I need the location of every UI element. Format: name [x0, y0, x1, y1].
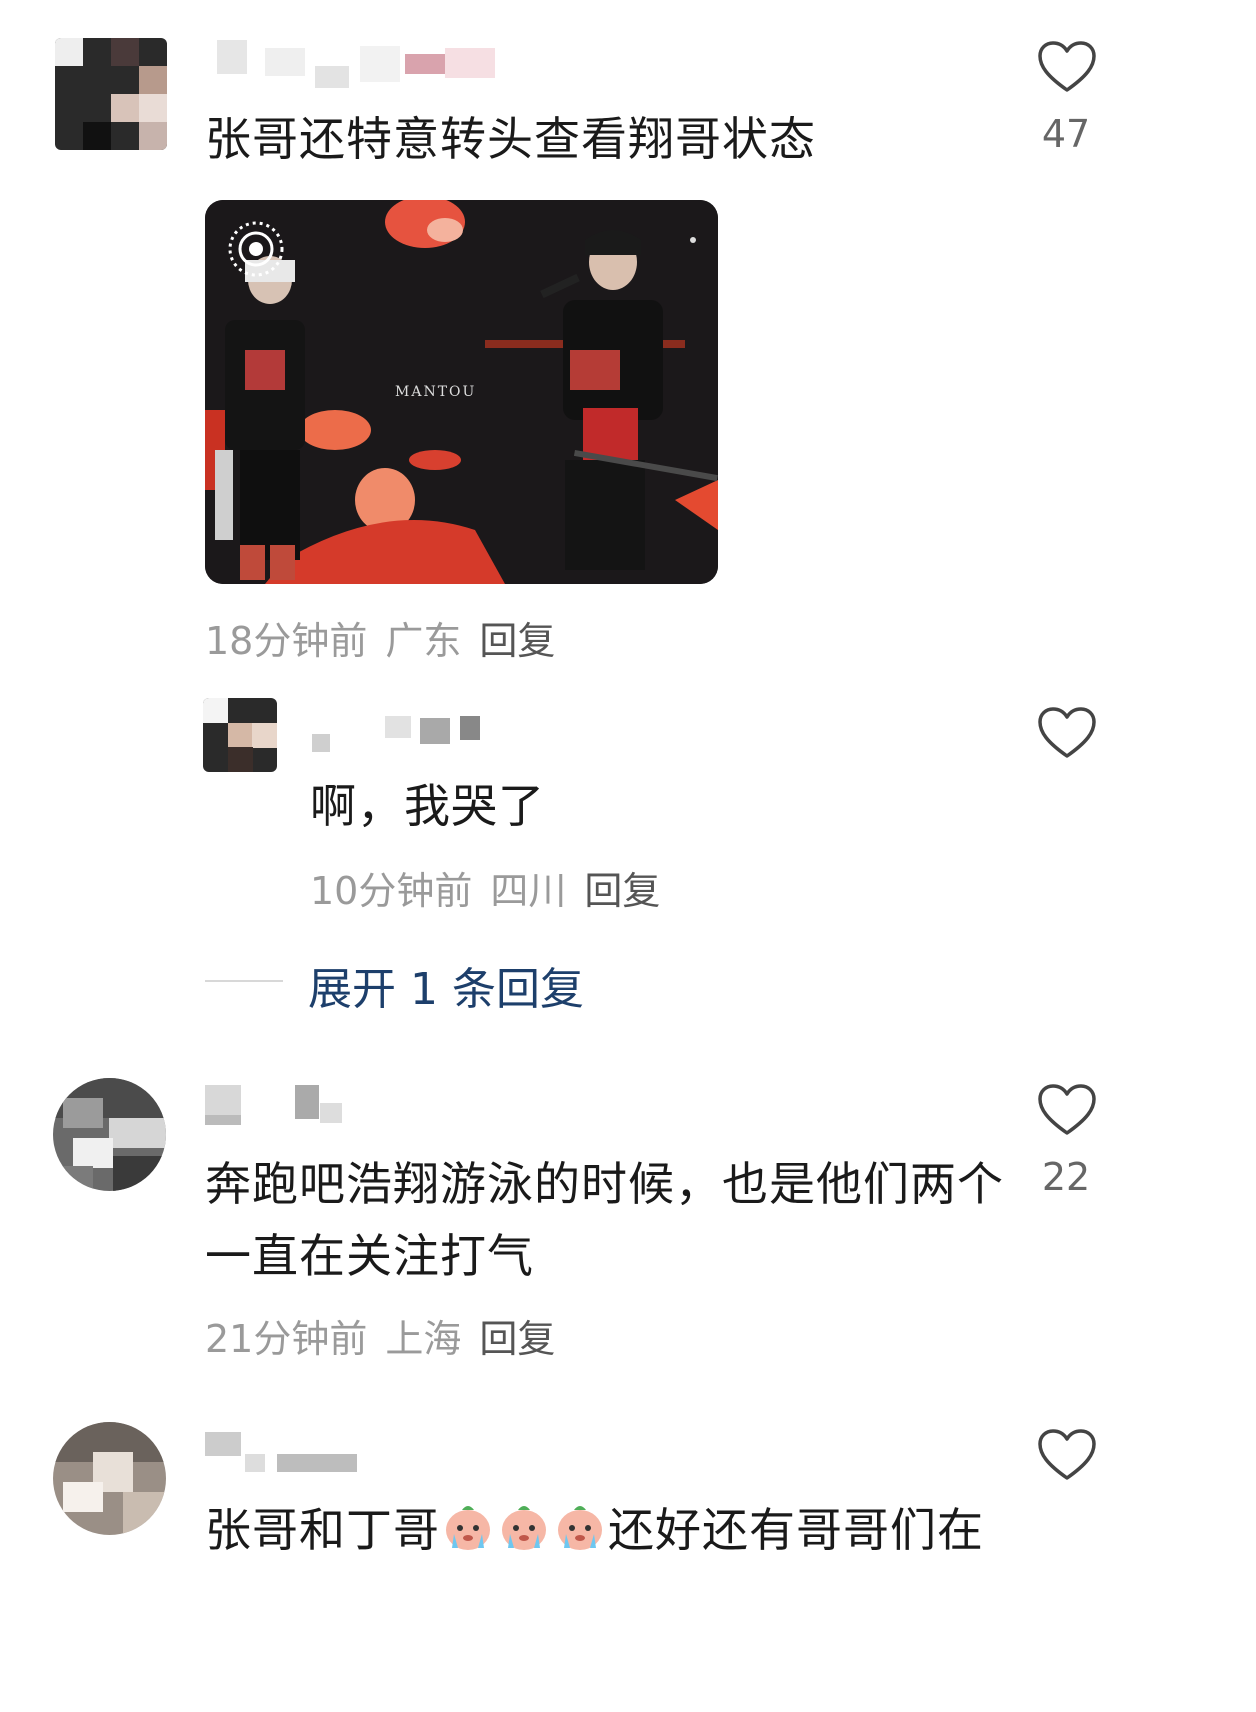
reply-button[interactable]: 回复: [479, 619, 555, 663]
comment-location: 上海: [385, 1317, 462, 1361]
comment-meta: 21分钟前 上海 回复: [205, 1308, 573, 1363]
reply-location: 四川: [490, 869, 567, 913]
comment-text-part: 还好还有哥哥们在: [608, 1503, 984, 1557]
username[interactable]: [310, 712, 490, 752]
like-count: 47: [1041, 112, 1091, 156]
heart-outline-icon[interactable]: [1037, 1083, 1097, 1137]
avatar[interactable]: [53, 1078, 166, 1191]
avatar[interactable]: [53, 1422, 166, 1535]
photo-caption: MANTOU: [395, 384, 476, 400]
comment-photo[interactable]: MANTOU: [205, 200, 718, 584]
crying-peach-emoji: [446, 1506, 490, 1550]
comment-text: 奔跑吧浩翔游泳的时候，也是他们两个 一直在关注打气: [205, 1148, 1004, 1292]
concert-photo-illustration: MANTOU: [205, 200, 718, 584]
comment-text: 张哥和丁哥 还好还有哥哥们在: [205, 1494, 984, 1566]
reply-button[interactable]: 回复: [479, 1317, 555, 1361]
comment-time: 18分钟前: [205, 619, 368, 663]
crying-peach-emoji: [558, 1506, 602, 1550]
avatar[interactable]: [55, 38, 167, 150]
crying-peach-emoji: [502, 1506, 546, 1550]
heart-outline-icon[interactable]: [1037, 706, 1097, 760]
comment-time: 21分钟前: [205, 1317, 368, 1361]
reply-button[interactable]: 回复: [584, 869, 660, 913]
like-count: 22: [1041, 1155, 1091, 1199]
reply-text: 啊，我哭了: [310, 779, 545, 833]
comment-text-line: 一直在关注打气: [205, 1229, 534, 1283]
comment-text-part: 张哥和丁哥: [205, 1503, 440, 1557]
comment-location: 广东: [385, 619, 462, 663]
heart-outline-icon[interactable]: [1037, 1428, 1097, 1482]
comment-meta: 18分钟前 广东 回复: [205, 610, 573, 665]
username[interactable]: [205, 38, 505, 88]
comment-text: 张哥还特意转头查看翔哥状态: [205, 112, 816, 166]
username[interactable]: [205, 1432, 365, 1472]
expand-replies-button[interactable]: 展开 1 条回复: [308, 953, 584, 1017]
comment-text-line: 奔跑吧浩翔游泳的时候，也是他们两个: [205, 1157, 1004, 1211]
heart-outline-icon[interactable]: [1037, 40, 1097, 94]
reply-meta: 10分钟前 四川 回复: [310, 860, 678, 915]
username[interactable]: [205, 1085, 355, 1125]
reply-time: 10分钟前: [310, 869, 473, 913]
avatar[interactable]: [203, 698, 277, 772]
expand-divider: [205, 980, 283, 982]
